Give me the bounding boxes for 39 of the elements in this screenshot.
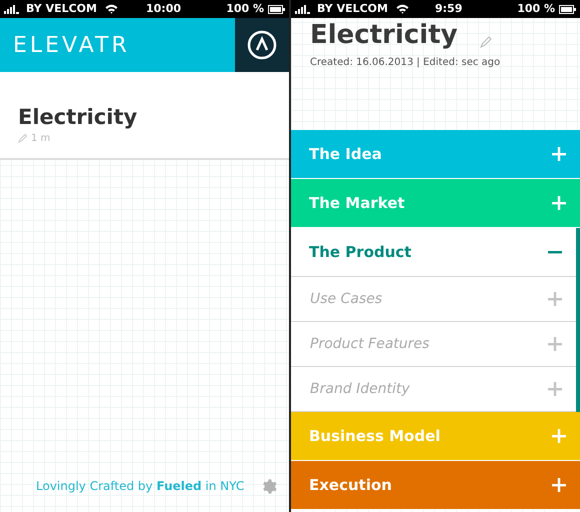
footer-credit: Lovingly Crafted by Fueled in NYC: [36, 478, 244, 495]
note-title: Electricity: [310, 20, 458, 50]
pencil-icon: [18, 134, 27, 143]
wifi-icon: [104, 4, 118, 14]
subsection-row[interactable]: Product Features: [291, 322, 576, 367]
chevron-up-icon: [247, 30, 277, 60]
battery-icon: [268, 4, 285, 14]
section-header[interactable]: The Idea: [291, 130, 580, 179]
note-meta: 1 m: [31, 132, 50, 146]
note-item[interactable]: Electricity 1 m: [0, 72, 289, 160]
section-header[interactable]: The Product: [291, 228, 576, 277]
plus-icon: [548, 337, 562, 351]
clock-time: 10:00: [146, 0, 181, 17]
up-button[interactable]: [235, 18, 289, 72]
wifi-icon: [396, 4, 409, 14]
section-header[interactable]: Business Model: [291, 412, 580, 461]
subsection-row[interactable]: Use Cases: [291, 277, 576, 322]
app-logo: ELEVATR: [13, 32, 130, 60]
signal-icon: [4, 4, 22, 14]
battery-icon: [559, 4, 576, 14]
pencil-icon[interactable]: [480, 36, 492, 48]
battery-percentage: 100 %: [226, 0, 264, 17]
section-header[interactable]: Execution: [291, 461, 580, 510]
subsection-row[interactable]: Brand Identity: [291, 367, 576, 412]
plus-icon: [552, 478, 566, 492]
plus-icon: [548, 382, 562, 396]
settings-icon[interactable]: [260, 478, 278, 494]
note-meta: Created: 16.06.2013 | Edited: sec ago: [310, 56, 502, 70]
carrier-name: BY VELCOM: [26, 0, 97, 17]
plus-icon: [552, 147, 566, 161]
plus-icon: [548, 292, 562, 306]
note-title: Electricity: [18, 105, 138, 129]
carrier-name: BY VELCOM: [317, 0, 388, 17]
battery-percentage: 100 %: [517, 0, 555, 17]
clock-time: 9:59: [434, 0, 462, 17]
plus-icon: [552, 429, 566, 443]
section-header[interactable]: The Market: [291, 179, 580, 228]
signal-icon: [295, 4, 313, 14]
plus-icon: [552, 196, 566, 210]
